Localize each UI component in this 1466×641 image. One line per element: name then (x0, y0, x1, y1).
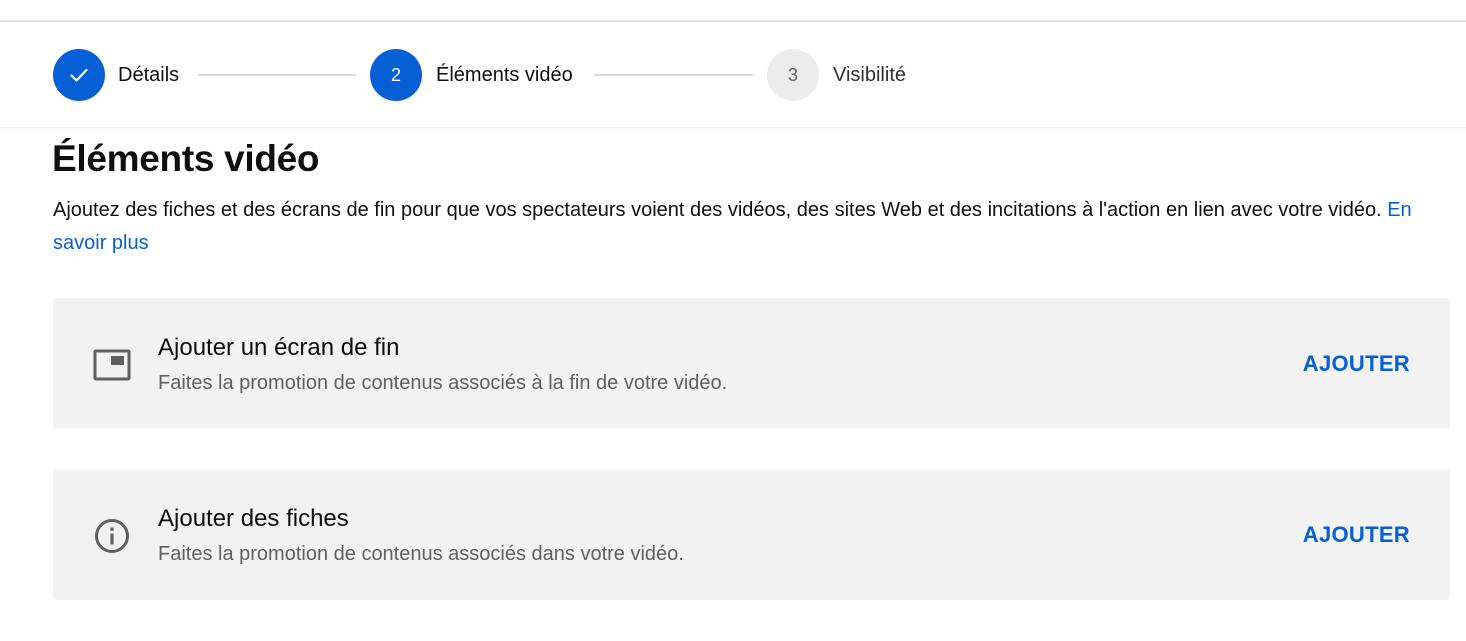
step-video-elements-badge[interactable]: 2 (370, 49, 422, 101)
step-details-label[interactable]: Détails (118, 63, 179, 87)
end-screen-card: Ajouter un écran de fin Faites la promot… (53, 298, 1450, 429)
step-visibility-badge[interactable]: 3 (767, 49, 819, 101)
step-connector (595, 74, 753, 76)
step-number: 3 (787, 64, 798, 85)
step-connector (198, 74, 356, 76)
step-video-elements-label[interactable]: Éléments vidéo (436, 63, 573, 87)
stepper-divider (0, 127, 1466, 130)
info-icon (93, 517, 131, 555)
cards-subtitle: Faites la promotion de contenus associés… (158, 543, 684, 565)
end-screen-title: Ajouter un écran de fin (158, 334, 400, 361)
check-icon (70, 68, 88, 82)
cards-card: Ajouter des fiches Faites la promotion d… (53, 469, 1450, 600)
step-visibility-label[interactable]: Visibilité (833, 63, 906, 87)
step-number: 2 (390, 64, 401, 85)
step-details-badge[interactable] (53, 49, 105, 101)
end-screen-subtitle: Faites la promotion de contenus associés… (158, 372, 728, 394)
description-text: Ajoutez des fiches et des écrans de fin … (53, 199, 1382, 221)
cards-title: Ajouter des fiches (158, 505, 349, 532)
add-cards-button[interactable]: AJOUTER (1303, 521, 1410, 549)
section-description: Ajoutez des fiches et des écrans de fin … (53, 194, 1443, 260)
upload-stepper: Détails 2 Éléments vidéo 3 Visibilité (0, 22, 1466, 128)
page-title: Éléments vidéo (52, 138, 320, 179)
add-end-screen-button[interactable]: AJOUTER (1303, 350, 1410, 378)
end-screen-icon (93, 346, 131, 384)
